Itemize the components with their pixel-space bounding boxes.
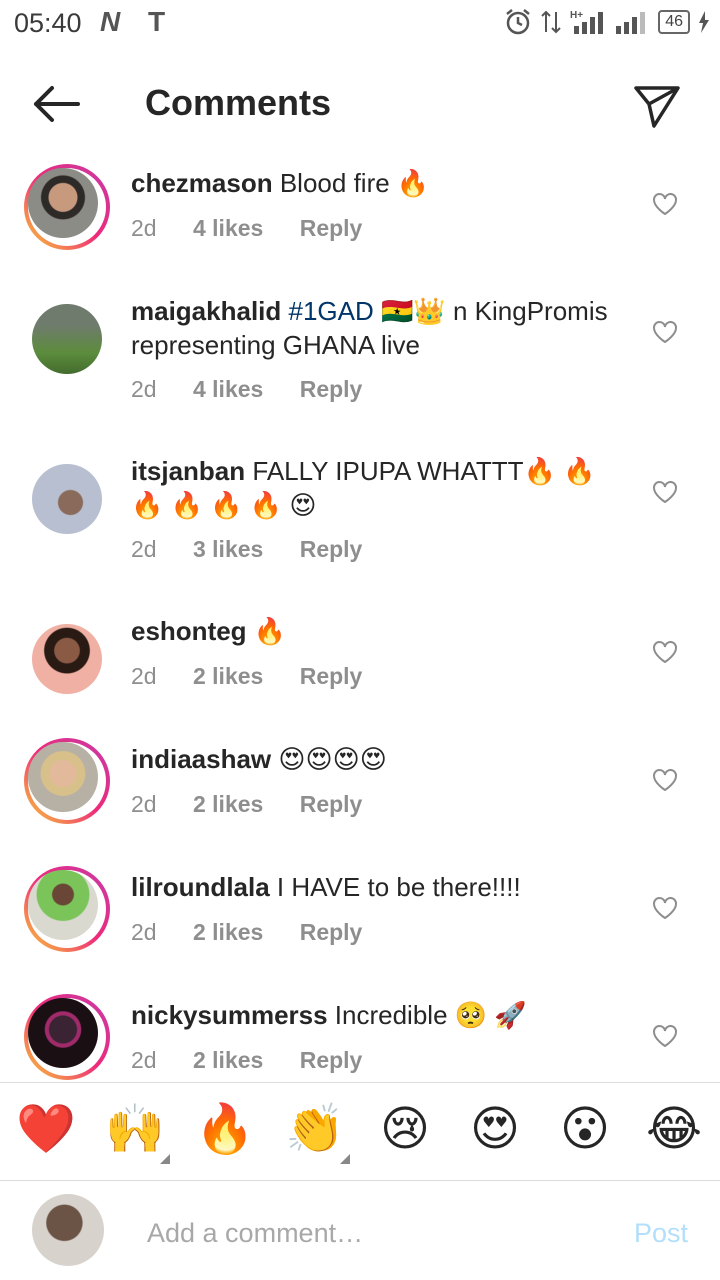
username[interactable]: maigakhalid (131, 296, 281, 326)
comment-age: 2d (131, 919, 157, 945)
my-avatar (32, 1194, 104, 1266)
emoji-clap-button[interactable]: 👏 (285, 1098, 345, 1162)
likes-count[interactable]: 3 likes (193, 536, 263, 562)
signal-h-icon: H+ (570, 10, 604, 34)
avatar (28, 742, 98, 812)
avatar-ring[interactable] (24, 164, 110, 250)
divider (0, 1180, 720, 1181)
likes-count[interactable]: 4 likes (193, 215, 263, 241)
avatar (32, 464, 102, 534)
comment-item: lilroundlala I HAVE to be there!!!! 2d 2… (0, 864, 720, 984)
comment-age: 2d (131, 536, 157, 562)
reply-button[interactable]: Reply (300, 376, 363, 402)
comment-age: 2d (131, 791, 157, 817)
avatar (32, 624, 102, 694)
emoji-laughing-button[interactable]: 😂 (644, 1098, 704, 1162)
comment-input[interactable] (145, 1212, 599, 1254)
comment-item: chezmason Blood fire 🔥 2d 4 likes Reply (0, 160, 720, 280)
charging-icon (699, 11, 709, 33)
like-heart-icon[interactable] (652, 480, 678, 504)
comment-item: maigakhalid #1GAD 🇬🇭👑 n KingPromis repre… (0, 288, 720, 428)
comment-item: nickysummerss Incredible 🥺 🚀 2d 2 likes … (0, 992, 720, 1082)
like-heart-icon[interactable] (652, 320, 678, 344)
data-transfer-icon (541, 10, 561, 34)
likes-count[interactable]: 4 likes (193, 376, 263, 402)
avatar-ring[interactable] (24, 296, 110, 382)
post-button[interactable]: Post (634, 1218, 688, 1249)
likes-count[interactable]: 2 likes (193, 663, 263, 689)
comment-text: I HAVE to be there!!!! (276, 872, 521, 902)
emoji-cry-button[interactable]: 😢 (375, 1098, 435, 1162)
emoji-fire-button[interactable]: 🔥 (195, 1098, 255, 1162)
status-time: 05:40 (14, 8, 82, 38)
signal-icon (616, 12, 646, 34)
likes-count[interactable]: 2 likes (193, 1047, 263, 1073)
battery-icon: 46 (658, 10, 690, 34)
t-icon: T (148, 6, 166, 37)
emoji-heart-eyes-button[interactable]: 😍 (465, 1098, 525, 1162)
emoji-raised-hands-button[interactable]: 🙌 (105, 1098, 165, 1162)
comment-text: Incredible 🥺 🚀 (334, 1000, 527, 1030)
status-icons: H+ 46 (504, 8, 710, 36)
avatar-ring[interactable] (24, 738, 110, 824)
reply-button[interactable]: Reply (300, 919, 363, 945)
avatar-ring[interactable] (24, 994, 110, 1080)
username[interactable]: chezmason (131, 168, 273, 198)
emoji-heart-button[interactable]: ❤️ (16, 1098, 76, 1162)
avatar-ring[interactable] (24, 616, 110, 702)
avatar (28, 998, 98, 1068)
back-arrow-icon[interactable] (28, 82, 84, 126)
comment-age: 2d (131, 1047, 157, 1073)
alarm-icon (506, 9, 530, 35)
likes-count[interactable]: 2 likes (193, 919, 263, 945)
username[interactable]: eshonteg (131, 616, 247, 646)
comment-text: Blood fire 🔥 (279, 168, 430, 198)
skin-tone-indicator (160, 1154, 170, 1164)
comment-age: 2d (131, 663, 157, 689)
comment-item: indiaashaw 😍😍😍😍 2d 2 likes Reply (0, 736, 720, 856)
page-title: Comments (145, 82, 332, 123)
avatar-ring[interactable] (24, 866, 110, 952)
avatar (32, 304, 102, 374)
avatar-ring[interactable] (24, 456, 110, 542)
skin-tone-indicator (340, 1154, 350, 1164)
comment-item: itsjanban FALLY IPUPA WHATTT🔥 🔥 🔥 🔥 🔥 🔥 … (0, 448, 720, 588)
divider (0, 1082, 720, 1083)
comment-text: 🔥 (253, 616, 287, 646)
comment-text: 😍😍😍😍 (278, 744, 387, 774)
hashtag-link[interactable]: #1GAD (289, 296, 374, 326)
like-heart-icon[interactable] (652, 1024, 678, 1048)
reply-button[interactable]: Reply (300, 215, 363, 241)
reply-button[interactable]: Reply (300, 791, 363, 817)
like-heart-icon[interactable] (652, 768, 678, 792)
comment-age: 2d (131, 215, 157, 241)
username[interactable]: itsjanban (131, 456, 245, 486)
n-icon: N (100, 6, 121, 37)
send-icon[interactable] (632, 80, 682, 130)
status-bar: 05:40 N T H+ 46 (0, 0, 720, 50)
reply-button[interactable]: Reply (300, 1047, 363, 1073)
comment-age: 2d (131, 376, 157, 402)
reply-button[interactable]: Reply (300, 536, 363, 562)
header: Comments (0, 62, 720, 146)
svg-text:H+: H+ (570, 10, 583, 21)
emoji-bar: ❤️ 🙌 🔥 👏 😢 😍 😮 😂 (0, 1098, 720, 1168)
username[interactable]: lilroundlala (131, 872, 270, 902)
emoji-surprised-button[interactable]: 😮 (555, 1098, 615, 1162)
like-heart-icon[interactable] (652, 192, 678, 216)
comment-input-row: Post (0, 1190, 720, 1276)
comment-item: eshonteg 🔥 2d 2 likes Reply (0, 608, 720, 728)
avatar (28, 870, 98, 940)
avatar (28, 168, 98, 238)
username[interactable]: indiaashaw (131, 744, 271, 774)
username[interactable]: nickysummerss (131, 1000, 328, 1030)
likes-count[interactable]: 2 likes (193, 791, 263, 817)
like-heart-icon[interactable] (652, 896, 678, 920)
like-heart-icon[interactable] (652, 640, 678, 664)
reply-button[interactable]: Reply (300, 663, 363, 689)
